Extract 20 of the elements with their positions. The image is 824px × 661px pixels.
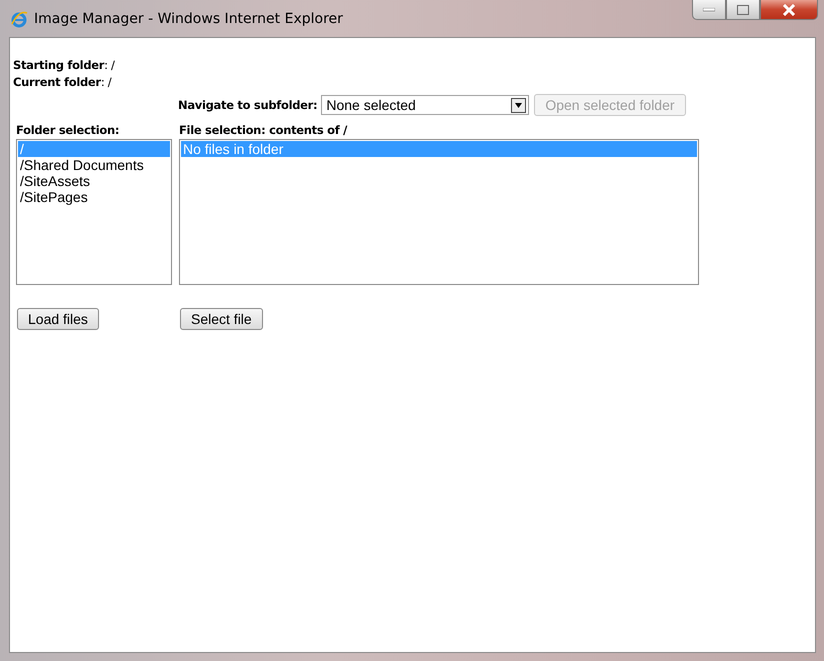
close-icon (782, 4, 796, 16)
folder-info: Current folder: / (13, 74, 112, 91)
browser-logo-icon (10, 10, 28, 28)
minimize-icon (703, 8, 715, 12)
subfolder-dropdown[interactable]: None selected (321, 95, 530, 115)
folder-list[interactable]: / /Shared Documents /SiteAssets /SitePages (16, 139, 172, 285)
maximize-button[interactable] (726, 0, 760, 20)
select-file-button[interactable]: Select file (180, 308, 263, 330)
folder-item[interactable]: /Shared Documents (18, 157, 170, 173)
folder-item[interactable]: /SiteAssets (18, 173, 170, 189)
window-title: Image Manager - Windows Internet Explorer (34, 10, 343, 26)
close-button[interactable] (760, 0, 818, 20)
folder-item[interactable]: /SitePages (18, 189, 170, 205)
folder-selection-label: Folder selection: (16, 122, 120, 139)
navigate-label: Navigate to subfolder: (178, 98, 318, 112)
maximize-icon (737, 4, 749, 14)
folder-info: Starting folder: / (13, 57, 116, 74)
minimize-button[interactable] (692, 0, 726, 20)
load-files-button[interactable]: Load files (17, 308, 99, 330)
file-selection-label: File selection: contents of / (179, 122, 348, 139)
